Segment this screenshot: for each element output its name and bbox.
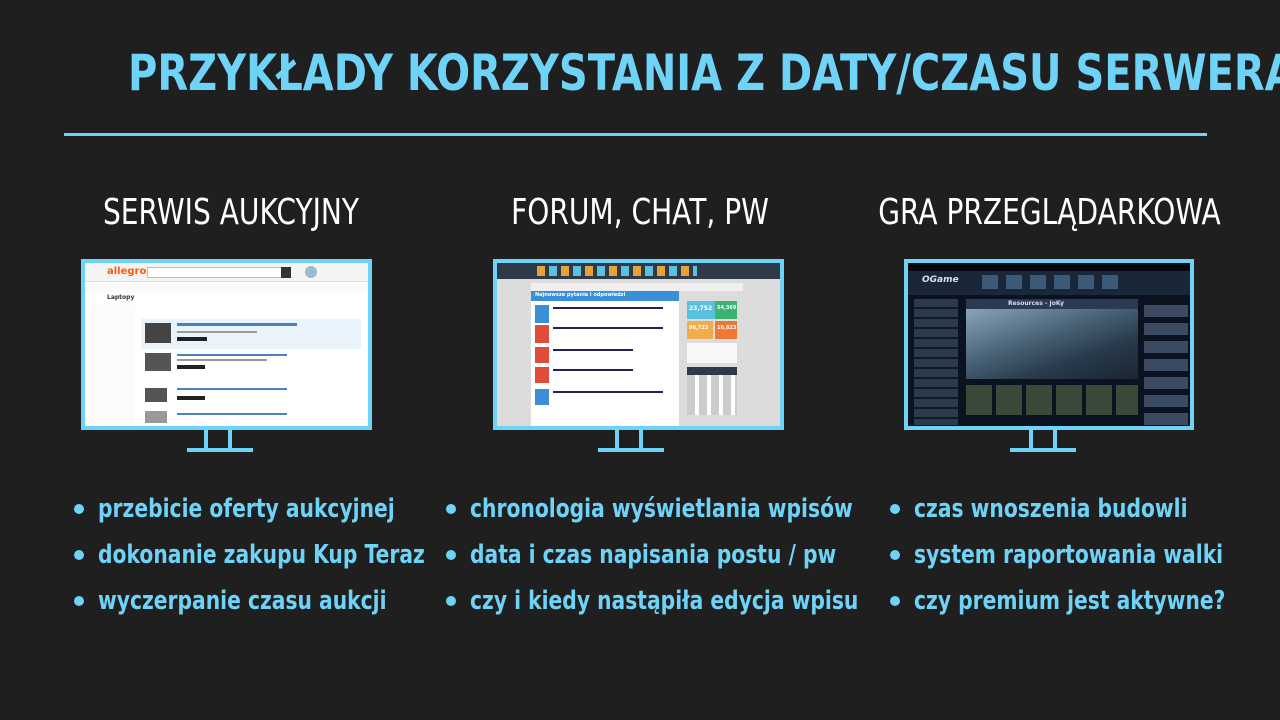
monitor-stand-neck (615, 430, 643, 450)
monitor-stand-neck (1029, 430, 1057, 450)
monitor-forum-screenshot: Najnowsze pytania i odpowiedzi 23,752 54… (493, 259, 784, 430)
forum-stat-4: 10,823 (717, 325, 737, 331)
monitor-stand-base (1010, 448, 1076, 452)
list-item: czy premium jest aktywne? (890, 582, 1280, 628)
bullet-list-browser-game: czas wnoszenia budowli system raportowan… (890, 490, 1280, 628)
forum-stat-3: 96,723 (689, 325, 709, 331)
monitor-stand-neck (204, 430, 232, 450)
list-item: czas wnoszenia budowli (890, 490, 1280, 536)
page-title: PRZYKŁADY KORZYSTANIA Z DATY/CZASU SERWE… (128, 44, 1280, 102)
ogame-logo: OGame (922, 275, 959, 285)
column-heading-auction: SERWIS AUKCYJNY (102, 192, 360, 233)
auction-screenshot-heading: Laptopy (107, 294, 135, 301)
monitor-browser-game-screenshot: OGame Resources - JoKy (904, 259, 1194, 430)
monitor-auction-screenshot: allegro Laptopy (81, 259, 372, 430)
column-heading-browser-game: GRA PRZEGLĄDARKOWA (878, 192, 1221, 233)
game-screenshot-heading: Resources - JoKy (1008, 300, 1065, 307)
allegro-logo: allegro (107, 266, 147, 277)
monitor-stand-base (598, 448, 664, 452)
title-underline (64, 133, 1207, 136)
forum-stat-1: 23,752 (689, 305, 713, 312)
forum-screenshot-heading: Najnowsze pytania i odpowiedzi (535, 292, 626, 298)
column-heading-forum: FORUM, CHAT, PW (511, 192, 769, 233)
forum-stat-2: 54,369 (717, 305, 737, 311)
list-item: system raportowania walki (890, 536, 1280, 582)
monitor-stand-base (187, 448, 253, 452)
